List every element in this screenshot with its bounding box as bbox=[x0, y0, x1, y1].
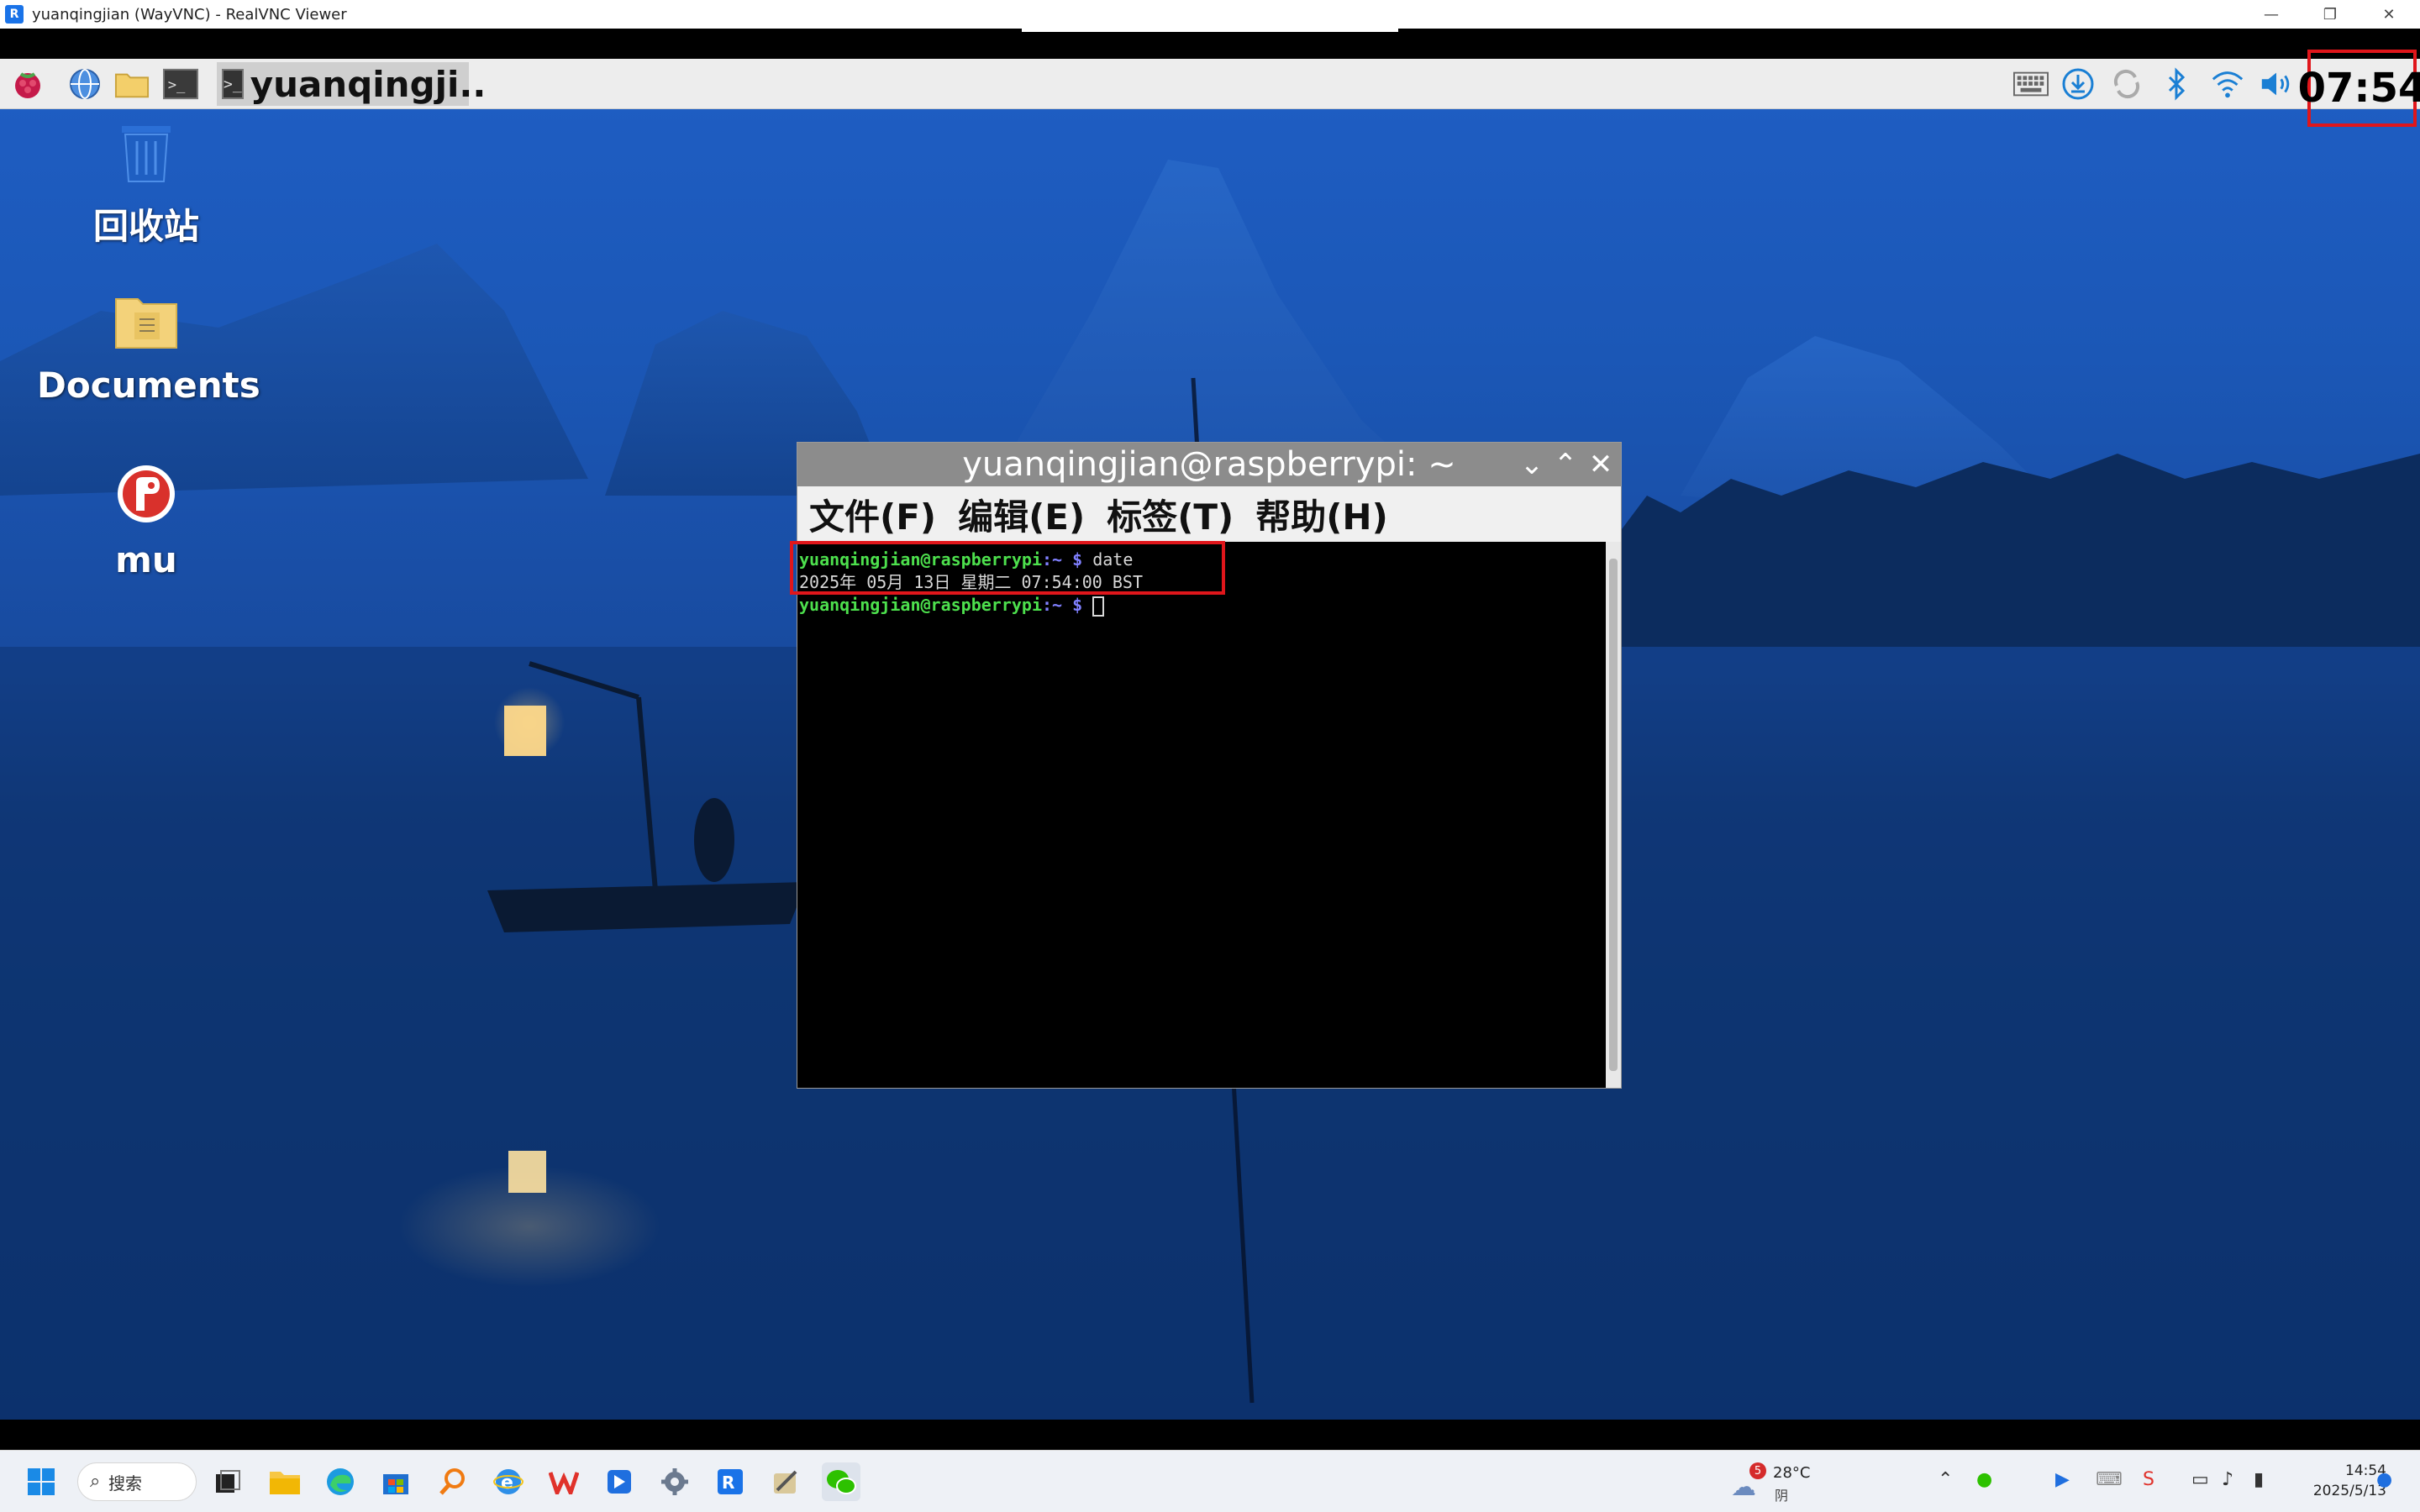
svg-text:R: R bbox=[722, 1473, 734, 1493]
raspberry-menu-icon[interactable] bbox=[10, 66, 45, 102]
file-explorer-icon[interactable] bbox=[266, 1462, 304, 1501]
wifi-icon[interactable] bbox=[2210, 66, 2245, 102]
vnc-toolbar-strip bbox=[0, 29, 2420, 59]
windows-time: 14:54 bbox=[2345, 1462, 2386, 1479]
vnc-close-button[interactable]: ✕ bbox=[2360, 0, 2418, 29]
settings-gear-icon[interactable] bbox=[655, 1462, 694, 1501]
updater-download-icon[interactable] bbox=[2060, 66, 2096, 102]
search-label: 搜索 bbox=[108, 1473, 142, 1494]
terminal-title: yuanqingjian@raspberrypi: ~ bbox=[962, 445, 1456, 484]
folder-icon bbox=[37, 294, 255, 358]
menu-tabs[interactable]: 标签(T) bbox=[1107, 489, 1234, 540]
web-browser-icon[interactable] bbox=[67, 66, 103, 102]
terminal-screen[interactable]: yuanqingjian@raspberrypi:~ $ date 2025年 … bbox=[797, 542, 1607, 1088]
terminal-launcher-icon[interactable]: >_ bbox=[163, 66, 198, 102]
sync-icon[interactable] bbox=[2109, 66, 2144, 102]
virtual-keyboard-icon[interactable] bbox=[2013, 66, 2049, 102]
terminal-titlebar[interactable]: yuanqingjian@raspberrypi: ~ ⌄ ⌃ ✕ bbox=[797, 443, 1621, 486]
menu-file[interactable]: 文件(F) bbox=[809, 489, 936, 540]
search-app-icon[interactable] bbox=[434, 1462, 472, 1501]
wps-office-icon[interactable] bbox=[544, 1462, 583, 1501]
realvnc-taskbar-icon[interactable]: R bbox=[711, 1462, 750, 1501]
terminal-task-icon: >_ bbox=[222, 69, 244, 99]
terminal-scrollbar[interactable] bbox=[1606, 542, 1621, 1088]
task-view-icon[interactable] bbox=[208, 1462, 247, 1501]
svg-text:>_: >_ bbox=[168, 77, 186, 94]
pinned-app-pen-icon[interactable] bbox=[766, 1462, 805, 1501]
vnc-window-title: yuanqingjian (WayVNC) - RealVNC Viewer bbox=[32, 5, 347, 24]
windows-clock[interactable]: 14:54 2025/5/13 bbox=[2286, 1461, 2386, 1501]
tray-ime-icon[interactable]: ⌨ bbox=[2096, 1469, 2123, 1490]
terminal-maximize-button[interactable]: ⌃ bbox=[1550, 448, 1581, 481]
tray-battery-icon[interactable]: ▮ bbox=[2254, 1469, 2264, 1490]
vnc-minimize-button[interactable]: — bbox=[2242, 0, 2301, 29]
prompt-separator: :~ $ bbox=[1041, 595, 1083, 615]
realvnc-app-icon: R bbox=[5, 5, 24, 24]
weather-condition: 阴 bbox=[1775, 1488, 1789, 1504]
tray-app-icon[interactable]: ▶ bbox=[2055, 1469, 2070, 1490]
terminal-minimize-button[interactable]: ⌄ bbox=[1517, 448, 1547, 481]
bluetooth-icon[interactable] bbox=[2160, 66, 2195, 102]
desktop-icon-label: 回收站 bbox=[92, 206, 199, 247]
terminal-menubar: 文件(F) 编辑(E) 标签(T) 帮助(H) bbox=[797, 486, 1621, 542]
desktop-icon-label: Documents bbox=[37, 365, 260, 406]
tray-network-icon[interactable]: ▭ bbox=[2191, 1469, 2209, 1490]
desktop-icon-mu[interactable]: mu bbox=[37, 464, 255, 580]
mu-editor-icon bbox=[37, 464, 255, 533]
file-manager-icon[interactable] bbox=[114, 66, 150, 102]
weather-widget[interactable]: ☁ 5 28°C 阴 bbox=[1731, 1459, 1865, 1506]
tray-overflow-chevron-icon[interactable]: ⌃ bbox=[1938, 1469, 1953, 1490]
terminal-cursor bbox=[1092, 596, 1105, 617]
windows-taskbar: ⌕ 搜索 e R ☁ 5 28°C 阴 ⌃ ● ▶ ⌨ S ▭ ♪ ▮ 14:5… bbox=[0, 1450, 2420, 1512]
terminal-task-button[interactable]: >_ yuanqingji.. bbox=[217, 62, 486, 106]
desktop-icon-trash[interactable]: 回收站 bbox=[37, 123, 255, 249]
weather-badge: 5 bbox=[1749, 1462, 1766, 1479]
command-output-highlight bbox=[790, 541, 1225, 595]
terminal-task-label: yuanqingji.. bbox=[250, 63, 487, 105]
volume-icon[interactable] bbox=[2259, 66, 2294, 102]
windows-search-box[interactable]: ⌕ 搜索 bbox=[77, 1462, 197, 1501]
rpi-top-panel: >_ >_ yuanqingji.. bbox=[0, 59, 2420, 109]
menu-edit[interactable]: 编辑(E) bbox=[958, 489, 1085, 540]
vnc-restore-button[interactable]: ❐ bbox=[2301, 0, 2360, 29]
pinned-app-blue-icon[interactable] bbox=[600, 1462, 639, 1501]
windows-date: 2025/5/13 bbox=[2312, 1483, 2386, 1499]
search-icon: ⌕ bbox=[90, 1471, 101, 1492]
ie-browser-icon[interactable]: e bbox=[489, 1462, 528, 1501]
edge-browser-icon[interactable] bbox=[321, 1462, 360, 1501]
prompt-user: yuanqingjian@raspberrypi bbox=[799, 595, 1042, 615]
menu-help[interactable]: 帮助(H) bbox=[1255, 489, 1388, 540]
notification-bell-icon[interactable]: ● bbox=[2376, 1469, 2392, 1490]
vnc-bottom-strip bbox=[0, 1420, 2420, 1450]
wechat-icon[interactable] bbox=[822, 1462, 860, 1501]
tray-speaker-icon[interactable]: ♪ bbox=[2222, 1469, 2233, 1490]
desktop-icon-documents[interactable]: Documents bbox=[37, 294, 260, 406]
desktop-icon-label: mu bbox=[115, 539, 177, 580]
weather-temperature: 28°C bbox=[1773, 1464, 1811, 1482]
vnc-toolbar-handle[interactable] bbox=[1022, 29, 1398, 32]
vnc-window-titlebar[interactable]: R yuanqingjian (WayVNC) - RealVNC Viewer… bbox=[0, 0, 2420, 29]
terminal-line-prompt: yuanqingjian@raspberrypi:~ $ bbox=[799, 594, 1606, 617]
tray-wechat-icon[interactable]: ● bbox=[1976, 1469, 1992, 1490]
tray-wps-icon[interactable]: S bbox=[2143, 1469, 2154, 1490]
microsoft-store-icon[interactable] bbox=[376, 1462, 415, 1501]
terminal-window[interactable]: yuanqingjian@raspberrypi: ~ ⌄ ⌃ ✕ 文件(F) … bbox=[797, 442, 1622, 1089]
terminal-close-button[interactable]: ✕ bbox=[1586, 448, 1616, 481]
trash-icon bbox=[37, 123, 255, 192]
rpi-panel-clock[interactable]: 07:54 bbox=[2298, 50, 2420, 127]
windows-start-icon[interactable] bbox=[22, 1462, 60, 1501]
terminal-scrollbar-thumb[interactable] bbox=[1609, 559, 1618, 1071]
